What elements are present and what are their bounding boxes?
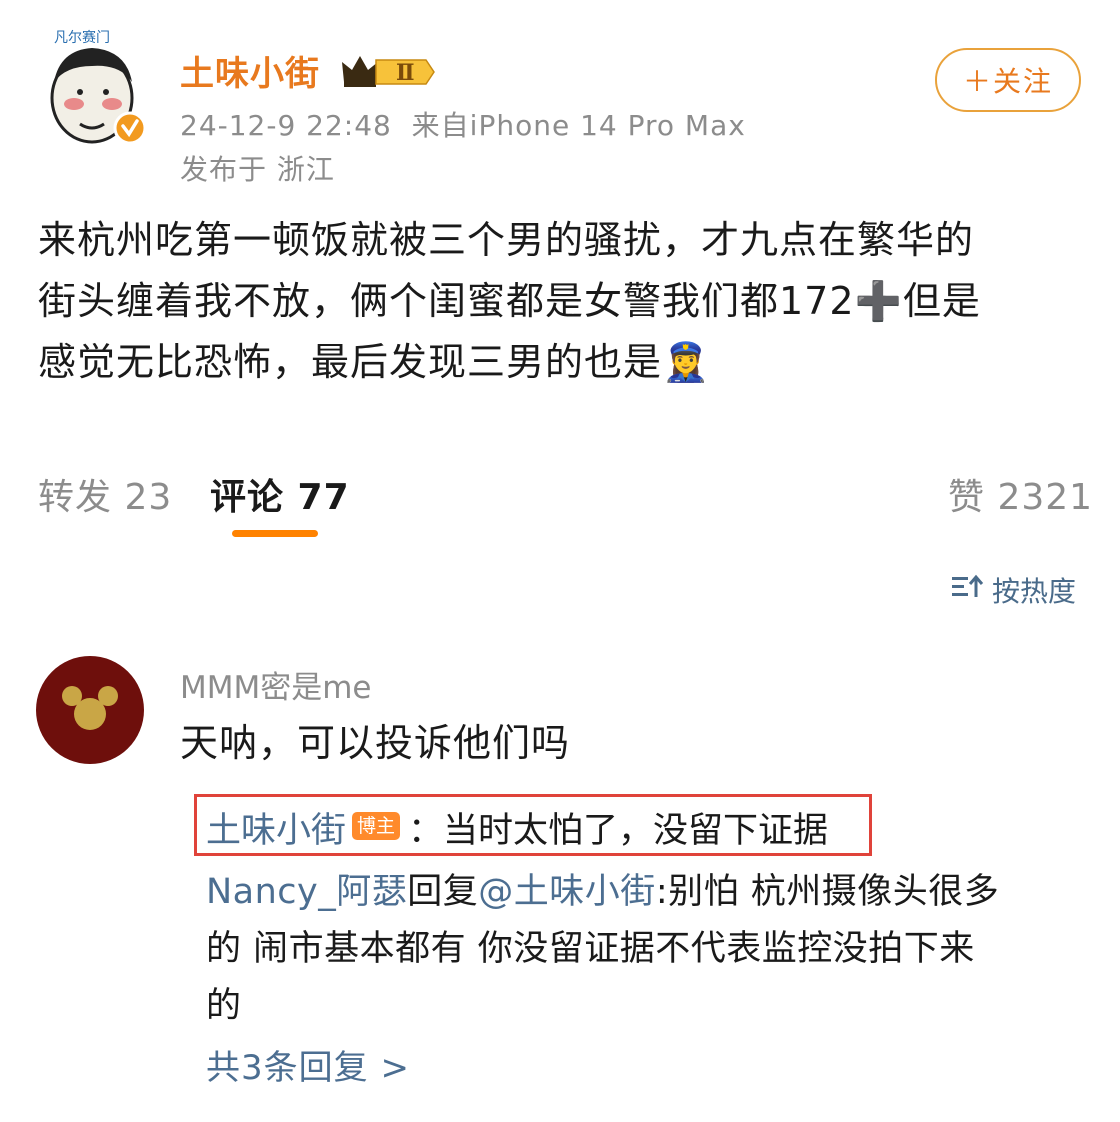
vip-crown-icon[interactable]: Ⅱ: [340, 52, 438, 94]
reply-word: 回复: [407, 872, 479, 912]
active-tab-indicator: [232, 530, 318, 537]
commenter-name[interactable]: MMM密是me: [180, 662, 372, 707]
reply-text: 的 闹市基本都有 你没留证据不代表监控没拍下来: [206, 929, 975, 969]
reply-item[interactable]: 土味小街 博主 ：当时太怕了，没留下证据: [206, 802, 828, 853]
sort-label: 按热度: [992, 575, 1077, 608]
tab-repost[interactable]: 转发 23: [38, 468, 172, 520]
post-meta: 24-12-9 22:48 来自iPhone 14 Pro Max: [180, 109, 746, 142]
mention-link[interactable]: @土味小街: [478, 872, 656, 912]
reply-text: :别怕 杭州摄像头很多: [655, 872, 1000, 912]
tab-like[interactable]: 赞 2321: [948, 468, 1093, 520]
post-location: 发布于 浙江: [180, 153, 335, 186]
vip-level: Ⅱ: [396, 60, 415, 86]
follow-button[interactable]: ＋关注: [935, 48, 1081, 112]
reply-text: ：当时太怕了，没留下证据: [408, 811, 829, 851]
username[interactable]: 土味小街: [180, 46, 320, 95]
post-text: 来杭州吃第一顿饭就被三个男的骚扰，才九点在繁华的 街头缠着我不放，俩个闺蜜都是女…: [38, 210, 1088, 393]
post-line: 街头缠着我不放，俩个闺蜜都是女警我们都172➕但是: [38, 279, 981, 323]
user-avatar[interactable]: 凡尔赛门: [40, 20, 150, 150]
avatar-watermark: 凡尔赛门: [54, 30, 110, 46]
reply-author[interactable]: Nancy_阿瑟: [206, 872, 407, 912]
view-more-replies-link[interactable]: 共3条回复 >: [206, 1040, 410, 1089]
sort-icon: [950, 573, 984, 608]
post-line: 感觉无比恐怖，最后发现三男的也是👮‍♀️: [38, 340, 711, 384]
sort-by-hot-button[interactable]: 按热度: [950, 570, 1076, 610]
post-line: 来杭州吃第一顿饭就被三个男的骚扰，才九点在繁华的: [38, 218, 975, 262]
commenter-avatar[interactable]: [36, 656, 144, 764]
reply-text: 的: [206, 986, 242, 1026]
blogger-badge: 博主: [352, 811, 401, 840]
reply-item[interactable]: Nancy_阿瑟回复@土味小街:别怕 杭州摄像头很多 的 闹市基本都有 你没留证…: [206, 864, 1066, 1035]
comment-text: 天呐，可以投诉他们吗: [180, 721, 571, 765]
reply-author[interactable]: 土味小街: [206, 802, 346, 853]
tab-comment[interactable]: 评论 77: [210, 468, 350, 520]
